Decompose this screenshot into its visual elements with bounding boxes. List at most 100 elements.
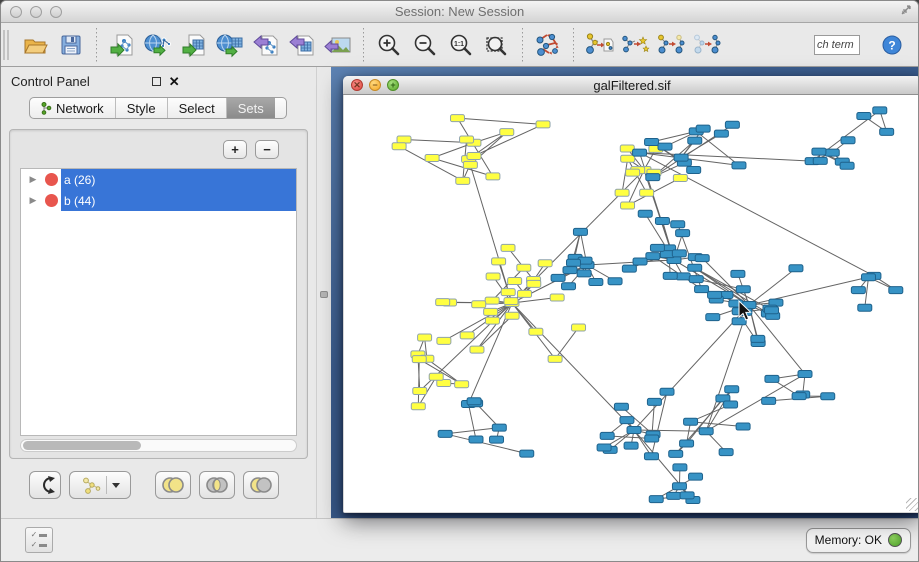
search-field[interactable] xyxy=(814,35,860,55)
graph-node[interactable] xyxy=(765,375,779,382)
graph-node[interactable] xyxy=(812,148,826,155)
graph-node[interactable] xyxy=(397,136,411,143)
graph-node[interactable] xyxy=(695,255,709,262)
graph-node[interactable] xyxy=(450,115,464,122)
graph-node[interactable] xyxy=(889,287,903,294)
graph-node[interactable] xyxy=(505,312,519,319)
graph-node[interactable] xyxy=(490,436,504,443)
graph-node[interactable] xyxy=(470,346,484,353)
graph-node[interactable] xyxy=(714,130,728,137)
list-item[interactable]: ▶ b (44) xyxy=(21,190,296,211)
graph-node[interactable] xyxy=(626,169,640,176)
graph-node[interactable] xyxy=(438,430,452,437)
graph-node[interactable] xyxy=(792,393,806,400)
apply-layout-button[interactable] xyxy=(532,29,564,61)
graph-node[interactable] xyxy=(751,335,765,342)
open-file-button[interactable] xyxy=(19,29,51,61)
graph-node[interactable] xyxy=(485,297,499,304)
set-label[interactable]: b (44) xyxy=(61,190,296,211)
graph-node[interactable] xyxy=(638,210,652,217)
zoom-out-button[interactable] xyxy=(409,29,441,61)
window-resize-grip[interactable] xyxy=(906,498,919,511)
graph-node[interactable] xyxy=(880,128,894,135)
dropdown-caret-icon[interactable] xyxy=(112,483,120,488)
graph-node[interactable] xyxy=(708,291,722,298)
graph-node[interactable] xyxy=(621,202,635,209)
graph-node[interactable] xyxy=(765,307,779,314)
union-button[interactable] xyxy=(155,471,191,499)
graph-node[interactable] xyxy=(622,265,636,272)
graph-node[interactable] xyxy=(500,129,514,136)
resize-icon[interactable] xyxy=(900,4,912,19)
graph-node[interactable] xyxy=(624,442,638,449)
graph-node[interactable] xyxy=(660,388,674,395)
import-network-file-button[interactable] xyxy=(106,29,138,61)
graph-node[interactable] xyxy=(485,317,499,324)
graph-node[interactable] xyxy=(821,393,835,400)
graph-node[interactable] xyxy=(689,473,703,480)
list-item[interactable]: ▶ a (26) xyxy=(21,169,296,190)
graph-node[interactable] xyxy=(562,283,576,290)
graph-node[interactable] xyxy=(538,260,552,267)
graph-node[interactable] xyxy=(873,107,887,114)
graph-node[interactable] xyxy=(736,423,750,430)
graph-node[interactable] xyxy=(684,418,698,425)
graph-node[interactable] xyxy=(857,113,871,120)
graph-node[interactable] xyxy=(633,258,647,265)
graph-node[interactable] xyxy=(600,432,614,439)
titlebar[interactable]: Session: New Session xyxy=(1,1,918,23)
graph-node[interactable] xyxy=(673,174,687,181)
graph-node[interactable] xyxy=(649,496,663,503)
export-table-button[interactable] xyxy=(286,29,318,61)
tab-style[interactable]: Style xyxy=(116,98,168,118)
graph-node[interactable] xyxy=(429,373,443,380)
graph-node[interactable] xyxy=(437,337,451,344)
graph-node[interactable] xyxy=(413,387,427,394)
graph-node[interactable] xyxy=(667,492,681,499)
graph-node[interactable] xyxy=(627,427,641,434)
graph-node[interactable] xyxy=(589,279,603,286)
graph-node[interactable] xyxy=(688,137,702,144)
graph-node[interactable] xyxy=(680,492,694,499)
graph-node[interactable] xyxy=(418,334,432,341)
tab-network[interactable]: Network xyxy=(30,98,116,118)
float-panel-icon[interactable] xyxy=(152,77,161,86)
graph-node[interactable] xyxy=(789,265,803,272)
graph-node[interactable] xyxy=(460,332,474,339)
graph-node[interactable] xyxy=(798,371,812,378)
export-image-button[interactable] xyxy=(322,29,354,61)
graph-node[interactable] xyxy=(469,436,483,443)
graph-node[interactable] xyxy=(501,244,515,251)
tab-select[interactable]: Select xyxy=(168,98,227,118)
graph-node[interactable] xyxy=(620,417,634,424)
graph-node[interactable] xyxy=(644,453,658,460)
graph-node[interactable] xyxy=(550,294,564,301)
graph-node[interactable] xyxy=(486,173,500,180)
disclosure-triangle-icon[interactable]: ▶ xyxy=(21,195,45,206)
disclosure-triangle-icon[interactable]: ▶ xyxy=(21,174,45,185)
graph-node[interactable] xyxy=(672,483,686,490)
close-panel-icon[interactable]: ✕ xyxy=(169,75,180,88)
graph-node[interactable] xyxy=(536,121,550,128)
save-session-button[interactable] xyxy=(55,29,87,61)
graph-node[interactable] xyxy=(640,189,654,196)
panel-splitter[interactable] xyxy=(316,67,331,518)
graph-node[interactable] xyxy=(646,253,660,260)
network-from-file-tool-button[interactable] xyxy=(583,29,615,61)
splitter-grip[interactable] xyxy=(320,291,328,298)
graph-node[interactable] xyxy=(436,299,450,306)
export-network-button[interactable] xyxy=(250,29,282,61)
tab-sets[interactable]: Sets xyxy=(227,98,275,118)
horizontal-scrollbar[interactable] xyxy=(20,439,297,452)
graph-node[interactable] xyxy=(486,273,500,280)
graph-node[interactable] xyxy=(725,386,739,393)
graph-node[interactable] xyxy=(669,450,683,457)
graph-node[interactable] xyxy=(813,157,827,164)
graph-node[interactable] xyxy=(597,444,611,451)
graph-node[interactable] xyxy=(840,162,854,169)
graph-node[interactable] xyxy=(736,286,750,293)
first-neighbors-tool-button[interactable] xyxy=(619,29,651,61)
graph-node[interactable] xyxy=(762,397,776,404)
graph-node[interactable] xyxy=(671,221,685,228)
graph-node[interactable] xyxy=(472,301,486,308)
